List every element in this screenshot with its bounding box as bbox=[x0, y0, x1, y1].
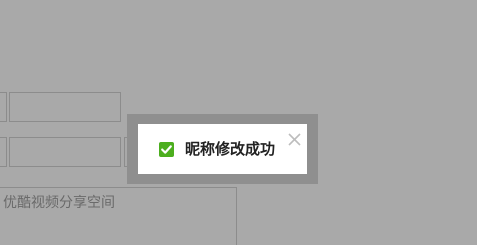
textarea-text: 优酷视频分享空间 bbox=[3, 195, 115, 211]
description-textarea[interactable]: 优酷视频分享空间 bbox=[0, 187, 237, 245]
check-icon bbox=[159, 142, 174, 157]
form-field-1[interactable] bbox=[9, 92, 121, 122]
toast-dialog: 昵称修改成功 bbox=[127, 114, 318, 184]
page-background: 优酷视频分享空间 昵称修改成功 bbox=[0, 0, 477, 245]
close-icon[interactable] bbox=[287, 132, 302, 147]
form-field-left-2[interactable] bbox=[0, 137, 7, 167]
form-field-2[interactable] bbox=[9, 137, 121, 167]
toast-body: 昵称修改成功 bbox=[138, 124, 307, 174]
form-field-left-1[interactable] bbox=[0, 92, 7, 122]
toast-message: 昵称修改成功 bbox=[185, 140, 276, 158]
